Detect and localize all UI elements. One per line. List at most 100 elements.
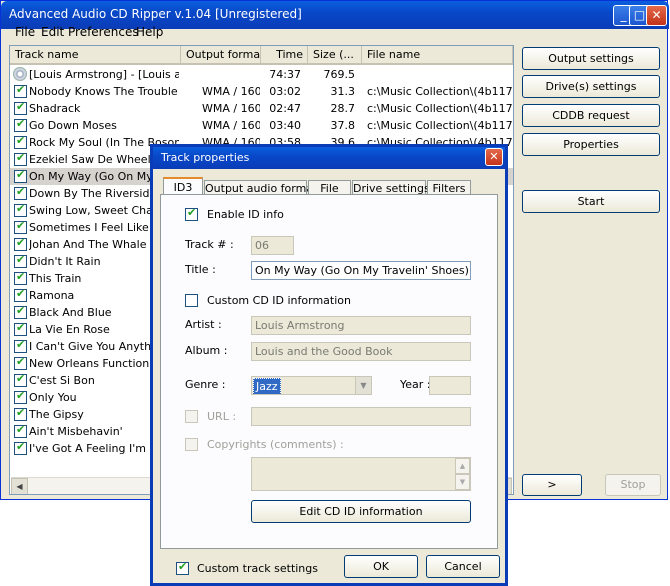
table-row[interactable]: ✔ Nobody Knows The Trouble ... WMA / 160 03… — [10, 83, 513, 100]
column-header-file-name[interactable]: File name — [362, 46, 513, 65]
scroll-down-icon[interactable]: ▼ — [455, 474, 470, 490]
checkmark-icon: ✔ — [16, 355, 26, 368]
checkmark-icon: ✔ — [187, 206, 197, 219]
track-checkbox[interactable]: ✔ — [14, 100, 27, 115]
close-icon: ✕ — [651, 8, 662, 22]
copyrights-label: Copyrights (comments) : — [207, 438, 344, 451]
checkmark-icon: ✔ — [16, 219, 26, 232]
ok-button[interactable]: OK — [344, 555, 418, 578]
album-row[interactable]: [Louis Armstrong] - [Louis a... 74:37 76… — [10, 66, 513, 83]
album-field[interactable]: Louis and the Good Book — [251, 342, 471, 361]
track-checkbox[interactable]: ✔ — [14, 304, 27, 319]
url-label: URL : — [207, 410, 237, 423]
dialog-close-button[interactable]: ✕ — [485, 148, 503, 166]
genre-label: Genre : — [185, 378, 226, 391]
track-checkbox[interactable]: ✔ — [14, 423, 27, 438]
scroll-up-icon[interactable]: ▲ — [455, 458, 470, 474]
track-number-field[interactable]: 06 — [251, 236, 294, 255]
url-checkbox[interactable] — [185, 410, 198, 423]
output-settings-button[interactable]: Output settings — [522, 47, 660, 70]
start-button[interactable]: Start — [522, 190, 660, 213]
genre-select[interactable]: Jazz ▼ — [251, 376, 372, 395]
checkmark-icon: ✔ — [16, 202, 26, 215]
track-checkbox[interactable]: ✔ — [14, 83, 27, 98]
track-properties-dialog: Track properties ✕ ID3 Output audio form… — [150, 144, 508, 586]
custom-track-settings-label: Custom track settings — [197, 562, 318, 575]
track-name: Nobody Knows The Trouble ... — [29, 85, 179, 98]
track-checkbox[interactable]: ✔ — [14, 355, 27, 370]
dialog-title-bar[interactable]: Track properties ✕ — [153, 147, 505, 169]
column-header-time[interactable]: Time — [261, 46, 308, 65]
next-button[interactable]: > — [522, 474, 582, 496]
enable-id-checkbox[interactable]: ✔ — [185, 206, 198, 221]
track-checkbox[interactable]: ✔ — [14, 287, 27, 302]
artist-field[interactable]: Louis Armstrong — [251, 316, 471, 335]
album-label: Album : — [185, 344, 228, 357]
track-checkbox[interactable]: ✔ — [14, 372, 27, 387]
track-format: WMA / 160 — [202, 102, 260, 115]
track-size: 37.8 — [330, 119, 356, 132]
checkmark-icon: ✔ — [16, 372, 26, 385]
chevron-down-icon[interactable]: ▼ — [355, 377, 371, 394]
track-checkbox[interactable]: ✔ — [14, 134, 27, 149]
custom-cd-id-checkbox[interactable] — [185, 294, 198, 307]
cddb-request-button[interactable]: CDDB request — [522, 104, 660, 127]
track-format: WMA / 160 — [202, 119, 260, 132]
track-size: 28.7 — [330, 102, 356, 115]
menu-file[interactable]: File — [15, 25, 35, 39]
title-label: Title : — [185, 263, 216, 276]
track-checkbox[interactable]: ✔ — [14, 338, 27, 353]
track-checkbox[interactable]: ✔ — [14, 321, 27, 336]
drive-settings-button[interactable]: Drive(s) settings — [522, 75, 660, 98]
checkmark-icon: ✔ — [16, 321, 26, 334]
checkmark-icon: ✔ — [16, 270, 26, 283]
menu-help[interactable]: Help — [136, 25, 163, 39]
edit-cd-id-button[interactable]: Edit CD ID information — [251, 500, 471, 523]
track-format: WMA / 160 — [202, 85, 260, 98]
track-time: 03:40 — [269, 119, 301, 132]
checkmark-icon: ✔ — [16, 185, 26, 198]
cancel-button[interactable]: Cancel — [426, 555, 500, 578]
checkmark-icon: ✔ — [16, 151, 26, 164]
track-checkbox[interactable]: ✔ — [14, 389, 27, 404]
table-row[interactable]: ✔ Go Down Moses WMA / 160 03:40 37.8 c:\Music… — [10, 117, 513, 134]
checkmark-icon: ✔ — [16, 338, 26, 351]
custom-track-settings-checkbox[interactable]: ✔ — [176, 560, 189, 575]
table-row[interactable]: ✔ Shadrack WMA / 160 02:47 28.7 c:\Music Coll… — [10, 100, 513, 117]
track-checkbox[interactable]: ✔ — [14, 270, 27, 285]
album-time: 74:37 — [269, 68, 301, 81]
minimize-icon: _ — [620, 8, 627, 22]
menu-edit[interactable]: Edit — [41, 25, 64, 39]
track-checkbox[interactable]: ✔ — [14, 185, 27, 200]
track-checkbox[interactable]: ✔ — [14, 151, 27, 166]
title-field[interactable]: On My Way (Go On My Travelin' Shoes) — [251, 261, 471, 280]
copyrights-checkbox[interactable] — [185, 438, 198, 451]
column-header-size[interactable]: Size (... — [308, 46, 362, 65]
track-checkbox[interactable]: ✔ — [14, 253, 27, 268]
properties-button[interactable]: Properties — [522, 133, 660, 156]
track-checkbox[interactable]: ✔ — [14, 168, 27, 183]
column-header-output-format[interactable]: Output format — [181, 46, 261, 65]
track-checkbox[interactable]: ✔ — [14, 219, 27, 234]
track-checkbox[interactable]: ✔ — [14, 440, 27, 455]
checkmark-icon: ✔ — [16, 134, 26, 147]
maximize-icon: □ — [633, 8, 646, 22]
menu-preferences[interactable]: Preferences — [68, 25, 139, 39]
scroll-left-icon[interactable]: ◀ — [11, 478, 28, 494]
album-size: 769.5 — [323, 68, 356, 81]
track-checkbox[interactable]: ✔ — [14, 236, 27, 251]
url-field[interactable] — [251, 407, 471, 426]
copyrights-textarea[interactable]: ▲ ▼ — [251, 457, 471, 491]
checkmark-icon: ✔ — [178, 560, 188, 573]
track-checkbox[interactable]: ✔ — [14, 202, 27, 217]
stop-button[interactable]: Stop — [605, 474, 661, 496]
checkmark-icon: ✔ — [16, 117, 26, 130]
year-field[interactable] — [429, 376, 471, 395]
column-header-track-name[interactable]: Track name — [10, 46, 181, 65]
track-checkbox[interactable]: ✔ — [14, 117, 27, 132]
close-button[interactable]: ✕ — [646, 5, 667, 26]
album-name: [Louis Armstrong] - [Louis a... — [29, 68, 179, 81]
artist-label: Artist : — [185, 318, 222, 331]
track-checkbox[interactable]: ✔ — [14, 406, 27, 421]
track-file-name: c:\Music Collection\(4b117d16) — [367, 85, 512, 98]
